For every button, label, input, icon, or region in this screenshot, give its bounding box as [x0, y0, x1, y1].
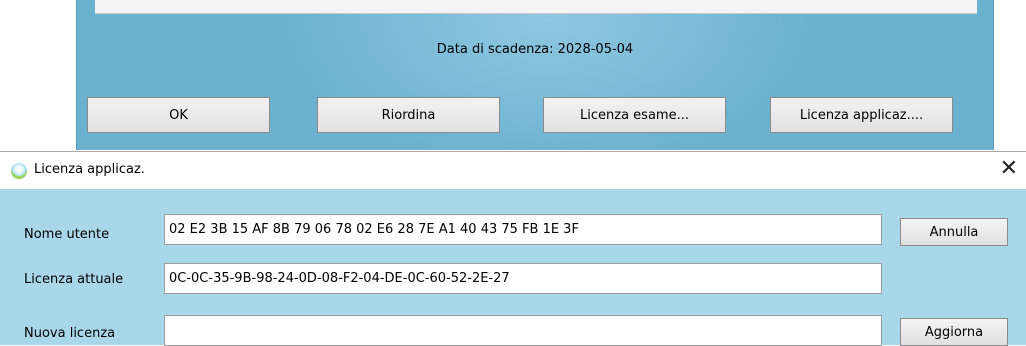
app-logo-icon — [11, 163, 27, 179]
parent-dialog: Data di scadenza: 2028-05-04 OK Riordina… — [76, 0, 994, 150]
cancel-button[interactable]: Annulla — [900, 218, 1008, 246]
new-license-field[interactable] — [164, 315, 882, 346]
reorder-button[interactable]: Riordina — [317, 97, 500, 133]
app-license-button[interactable]: Licenza applicaz.... — [770, 97, 953, 133]
exam-license-button[interactable]: Licenza esame... — [543, 97, 726, 133]
username-label: Nome utente — [24, 227, 110, 242]
license-dialog: Licenza applicaz. ✕ Nome utente 02 E2 3B… — [0, 151, 1026, 346]
username-field[interactable]: 02 E2 3B 15 AF 8B 79 06 78 02 E6 28 7E A… — [164, 214, 882, 245]
current-license-label: Licenza attuale — [24, 272, 124, 287]
close-icon[interactable]: ✕ — [1000, 156, 1018, 182]
new-license-label: Nuova licenza — [24, 326, 116, 341]
update-button[interactable]: Aggiorna — [900, 318, 1008, 346]
current-license-field[interactable]: 0C-0C-35-9B-98-24-0D-08-F2-04-DE-0C-60-5… — [164, 263, 882, 294]
dialog-title: Licenza applicaz. — [34, 162, 145, 177]
ok-button[interactable]: OK — [87, 97, 270, 133]
parent-dialog-content-panel — [95, 0, 977, 14]
expiry-date-text: Data di scadenza: 2028-05-04 — [436, 42, 634, 57]
dialog-titlebar: Licenza applicaz. ✕ — [0, 152, 1026, 189]
